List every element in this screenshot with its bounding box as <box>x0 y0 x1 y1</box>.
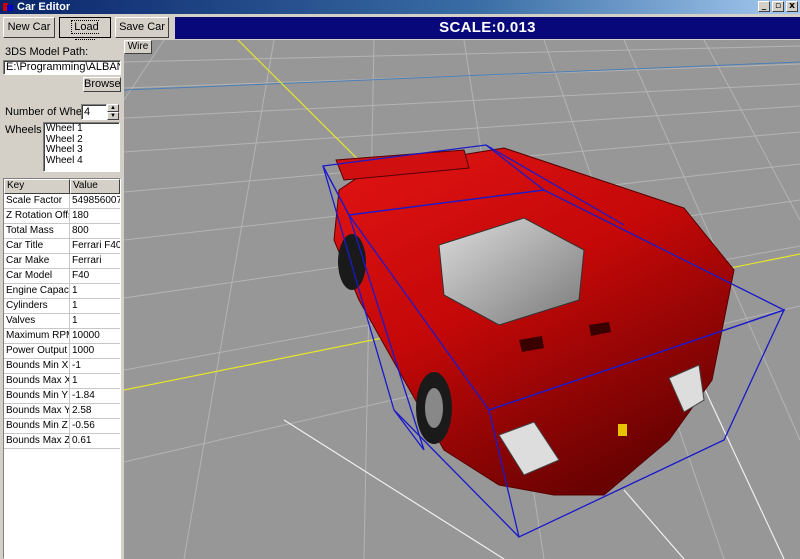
app-icon <box>2 1 14 13</box>
table-row[interactable]: Maximum RPM 10000 <box>4 329 120 344</box>
value-cell[interactable]: -1 <box>70 359 120 373</box>
table-row[interactable]: Bounds Max Z 0.61 <box>4 434 120 449</box>
key-cell: Bounds Max X <box>6 374 70 388</box>
window-controls: _ ▫ x <box>758 1 798 12</box>
key-cell: Cylinders <box>4 299 70 313</box>
value-cell[interactable]: 800 <box>70 224 120 238</box>
table-row[interactable]: Car Title Ferrari F40 <box>4 239 120 254</box>
table-row[interactable]: Bounds Max X1 <box>4 374 120 389</box>
scale-display: SCALE:0.013 <box>175 17 800 39</box>
key-cell: Z Rotation Offset <box>6 209 70 223</box>
table-row[interactable]: Car Model F40 <box>4 269 120 284</box>
new-car-button[interactable]: New Car <box>3 17 55 38</box>
value-cell[interactable]: 180 <box>70 209 120 223</box>
load-car-button[interactable]: Load Car <box>59 17 111 53</box>
browse-button[interactable]: Browse <box>83 77 121 92</box>
spin-up-icon[interactable]: ▲ <box>107 104 119 112</box>
save-car-button[interactable]: Save Car <box>115 17 169 38</box>
key-cell: Power Output <box>4 344 70 358</box>
3d-viewport[interactable] <box>124 40 800 559</box>
key-cell: Bounds Min X <box>6 359 70 373</box>
list-item[interactable]: Wheel 4 <box>46 155 117 167</box>
table-row[interactable]: Engine Capacity1 <box>4 284 120 299</box>
value-cell[interactable]: 1 <box>70 374 120 388</box>
table-row[interactable]: Bounds Min Y -1.84 <box>4 389 120 404</box>
value-cell[interactable]: 5498560071 <box>70 194 120 208</box>
minimize-icon[interactable]: _ <box>758 1 770 12</box>
table-row[interactable]: Z Rotation Offset180 <box>4 209 120 224</box>
table-row[interactable]: Car Make Ferrari <box>4 254 120 269</box>
spin-down-icon[interactable]: ▼ <box>107 112 119 120</box>
list-item[interactable]: Wheel 1 <box>46 123 117 135</box>
table-header: Key Value <box>4 179 120 194</box>
value-cell[interactable]: 2.58 <box>70 404 120 418</box>
table-row[interactable]: Scale Factor5498560071 <box>4 194 120 209</box>
value-cell[interactable]: 1 <box>70 284 120 298</box>
value-cell[interactable]: 1 <box>70 299 120 313</box>
key-column-header[interactable]: Key <box>4 179 70 194</box>
save-car-label: Save Car <box>119 21 165 33</box>
value-cell[interactable]: 10000 <box>70 329 120 343</box>
value-cell[interactable]: Ferrari F40 <box>70 239 120 253</box>
value-cell[interactable]: 0.61 <box>70 434 120 448</box>
key-cell: Bounds Max Y <box>6 404 70 418</box>
value-cell[interactable]: F40 <box>70 269 120 283</box>
window-title: Car Editor <box>17 1 71 13</box>
wheels-label: Wheels <box>5 124 42 136</box>
title-bar: Car Editor _ ▫ x <box>0 0 800 14</box>
table-body: Scale Factor5498560071Z Rotation Offset1… <box>4 194 120 449</box>
scene-render <box>124 40 800 559</box>
list-item[interactable]: Wheel 3 <box>46 144 117 156</box>
close-icon[interactable]: x <box>786 1 798 12</box>
model-path-input[interactable]: E:\Programming\ALBANARTS <box>3 60 121 75</box>
key-cell: Bounds Min Y <box>6 389 70 403</box>
value-cell[interactable]: 1000 <box>70 344 120 358</box>
key-cell: Car Make <box>4 254 70 268</box>
table-row[interactable]: Bounds Max Y 2.58 <box>4 404 120 419</box>
table-row[interactable]: Power Output 1000 <box>4 344 120 359</box>
key-cell: Valves <box>4 314 70 328</box>
properties-panel: 3DS Model Path: E:\Programming\ALBANARTS… <box>0 40 124 559</box>
key-cell: Bounds Max Z <box>6 434 70 448</box>
wheel-count-input[interactable]: 4 <box>81 104 107 120</box>
table-row[interactable]: Total Mass 800 <box>4 224 120 239</box>
table-row[interactable]: Bounds Min X -1 <box>4 359 120 374</box>
toolbar: New Car Load Car Save Car SCALE:0.013 <box>0 14 800 53</box>
value-cell[interactable]: 1 <box>70 314 120 328</box>
key-cell: Scale Factor <box>4 194 70 208</box>
wire-toggle-button[interactable]: Wire <box>124 40 152 54</box>
key-cell: Engine Capacity <box>6 284 70 298</box>
table-row[interactable]: Valves 1 <box>4 314 120 329</box>
value-column-header[interactable]: Value <box>70 179 120 194</box>
restore-icon[interactable]: ▫ <box>772 1 784 12</box>
value-cell[interactable]: -1.84 <box>70 389 120 403</box>
model-path-label: 3DS Model Path: <box>5 46 89 58</box>
key-cell: Car Title <box>4 239 70 253</box>
key-cell: Total Mass <box>4 224 70 238</box>
table-row[interactable]: Bounds Min Z -0.56 <box>4 419 120 434</box>
wheels-listbox[interactable]: Wheel 1 Wheel 2 Wheel 3 Wheel 4 <box>43 122 120 172</box>
table-row[interactable]: Cylinders 1 <box>4 299 120 314</box>
key-cell: Bounds Min Z <box>4 419 70 433</box>
properties-table[interactable]: Key Value Scale Factor5498560071Z Rotati… <box>3 178 121 559</box>
car-model <box>333 147 735 496</box>
value-cell[interactable]: Ferrari <box>70 254 120 268</box>
key-cell: Car Model <box>4 269 70 283</box>
key-cell: Maximum RPM <box>6 329 70 343</box>
value-cell[interactable]: -0.56 <box>70 419 120 433</box>
new-car-label: New Car <box>7 21 51 33</box>
